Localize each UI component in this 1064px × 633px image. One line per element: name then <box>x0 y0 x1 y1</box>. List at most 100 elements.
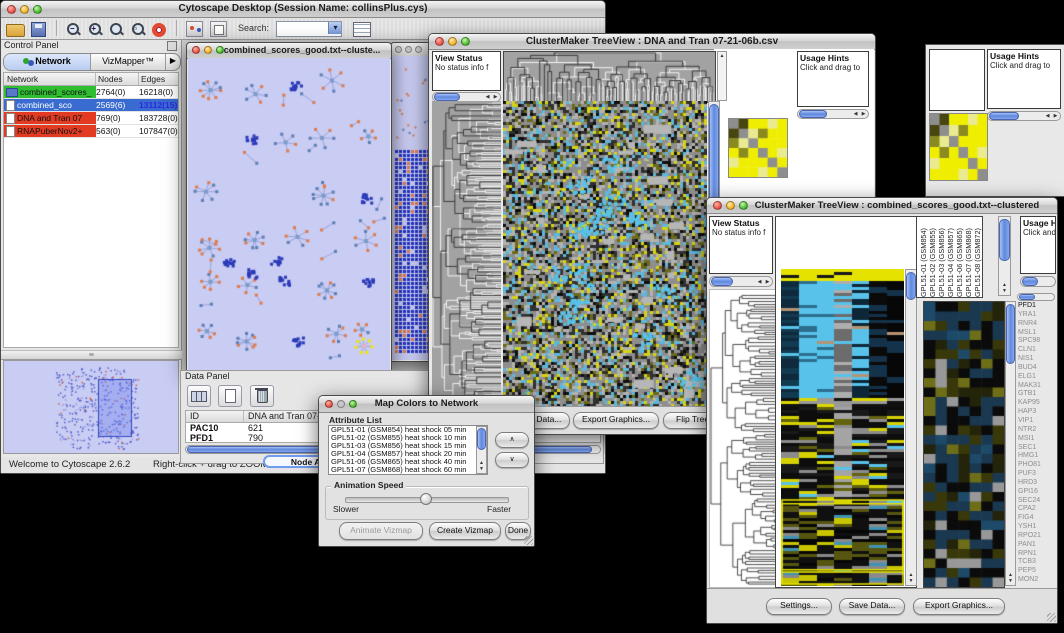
tv1-column-dendrogram[interactable] <box>503 51 716 103</box>
column-label[interactable]: GPL51-07 (GSM868) <box>964 219 973 297</box>
tv1-row-dendrogram[interactable] <box>432 101 501 406</box>
tv1-matrix-canvas[interactable] <box>728 118 788 178</box>
column-label[interactable] <box>783 51 794 109</box>
resize-grip[interactable] <box>524 536 533 545</box>
zoom-in-icon[interactable]: + <box>88 22 103 37</box>
minimize-button[interactable] <box>337 400 345 408</box>
zoom-fit-icon[interactable] <box>109 22 124 37</box>
gene-label[interactable]: RNR4 <box>1018 320 1056 329</box>
export-graphics-button[interactable]: Export Graphics... <box>573 412 659 429</box>
slider-thumb[interactable] <box>420 493 432 505</box>
col-edges[interactable]: Edges <box>139 73 178 85</box>
tv1-heatmap[interactable] <box>503 101 707 406</box>
gene-label[interactable]: NTR2 <box>1018 426 1056 435</box>
gene-label[interactable]: YSH1 <box>1018 523 1056 532</box>
column-label[interactable]: GPL51-06 (GSM865) <box>955 219 964 297</box>
tv2-row-dendrogram[interactable] <box>710 293 780 586</box>
save-session-icon[interactable] <box>31 22 46 37</box>
animate-vizmap-button[interactable]: Animate Vizmap <box>339 522 423 540</box>
minimize-button[interactable] <box>20 5 29 14</box>
gene-label[interactable]: SEC1 <box>1018 444 1056 453</box>
tv2-heatmap[interactable] <box>781 269 904 586</box>
gene-label[interactable]: VIP1 <box>1018 417 1056 426</box>
annotation-icon[interactable] <box>210 21 227 37</box>
gene-label[interactable]: RPN1 <box>1018 550 1056 559</box>
import-table-icon[interactable] <box>353 22 371 37</box>
gene-label[interactable]: MON2 <box>1018 576 1056 585</box>
tv1-dendro-arrows[interactable] <box>717 51 727 101</box>
column-label[interactable] <box>739 51 750 109</box>
tv2-label-vscroll[interactable] <box>998 216 1011 296</box>
gene-label[interactable]: FIG4 <box>1018 514 1056 523</box>
tv2-status-hscroll[interactable] <box>709 276 773 287</box>
column-label[interactable] <box>761 51 772 109</box>
network-row[interactable]: combined_scores_ 2764(0) 16218(0) <box>4 86 178 99</box>
gene-label[interactable]: MAK31 <box>1018 382 1056 391</box>
zoom-button[interactable] <box>349 400 357 408</box>
panel-splitter[interactable] <box>1 350 182 360</box>
minimize-button[interactable] <box>448 37 457 46</box>
gene-label[interactable]: NIS1 <box>1018 355 1056 364</box>
gene-label[interactable]: MSI1 <box>1018 435 1056 444</box>
close-button[interactable] <box>7 5 16 14</box>
network-canvas[interactable] <box>188 58 390 370</box>
gene-label[interactable]: GPI16 <box>1018 488 1056 497</box>
gene-label[interactable]: ELG1 <box>1018 373 1056 382</box>
minimize-button[interactable] <box>726 201 735 210</box>
gene-label[interactable]: MSL1 <box>1018 329 1056 338</box>
col-nodes[interactable]: Nodes <box>96 73 139 85</box>
network-row[interactable]: combined_sco 2569(6) 13112(15) <box>4 99 178 112</box>
tab-overflow-arrow[interactable]: ▶ <box>166 54 180 70</box>
close-button[interactable] <box>192 46 200 54</box>
gene-label[interactable]: RPO21 <box>1018 532 1056 541</box>
tv2-heatmap-vscroll[interactable] <box>905 269 917 586</box>
open-session-icon[interactable] <box>6 24 25 37</box>
close-button[interactable] <box>325 400 333 408</box>
tab-vizmapper[interactable]: VizMapper™ <box>91 54 166 70</box>
gene-label[interactable]: CLN1 <box>1018 346 1056 355</box>
gene-label[interactable]: HAP3 <box>1018 408 1056 417</box>
gene-label[interactable]: SEC24 <box>1018 497 1056 506</box>
create-vizmap-button[interactable]: Create Vizmap <box>429 522 501 540</box>
animation-slider[interactable] <box>345 497 509 503</box>
column-label[interactable]: GPL51-04 (GSM857) <box>946 219 955 297</box>
gene-label[interactable]: TCB3 <box>1018 558 1056 567</box>
column-label[interactable]: GPL51-01 (GSM854) <box>919 219 928 297</box>
delete-attribute-icon[interactable] <box>250 385 274 407</box>
attribute-list-vscroll[interactable] <box>476 426 487 474</box>
zoom-button[interactable] <box>33 5 42 14</box>
col-network[interactable]: Network <box>4 73 96 85</box>
help-lifesaver-icon[interactable] <box>152 23 166 37</box>
dialog-titlebar[interactable]: Map Colors to Network <box>319 396 534 413</box>
gene-label[interactable]: SPC98 <box>1018 337 1056 346</box>
tv2-zoom-vscroll[interactable] <box>1005 301 1016 586</box>
gene-label[interactable]: PFD1 <box>1018 302 1056 311</box>
tv3-matrix-canvas[interactable] <box>929 113 988 181</box>
zoom-button[interactable] <box>216 46 224 54</box>
gene-label[interactable]: CPA2 <box>1018 505 1056 514</box>
birdseye-view[interactable] <box>3 360 179 454</box>
save-data-button[interactable]: Save Data... <box>839 598 905 615</box>
zoom-button[interactable] <box>415 46 422 53</box>
column-label[interactable]: GPL51-03 (GSM856) <box>937 219 946 297</box>
column-label[interactable] <box>750 51 761 109</box>
gene-label[interactable]: BUD4 <box>1018 364 1056 373</box>
float-panel-icon[interactable] <box>167 41 177 51</box>
zoom-button[interactable] <box>739 201 748 210</box>
column-label[interactable] <box>772 51 783 109</box>
close-button[interactable] <box>713 201 722 210</box>
move-up-button[interactable]: ∧ <box>495 432 529 448</box>
gene-label[interactable]: PEP5 <box>1018 567 1056 576</box>
gene-label[interactable]: PAN1 <box>1018 541 1056 550</box>
zoom-selected-icon[interactable]: ▫ <box>131 22 146 37</box>
gene-label[interactable]: HRD3 <box>1018 479 1056 488</box>
tv2-titlebar[interactable]: ClusterMaker TreeView : combined_scores_… <box>707 198 1057 214</box>
new-attribute-icon[interactable] <box>218 385 242 407</box>
tv1-titlebar[interactable]: ClusterMaker TreeView : DNA and Tran 07-… <box>429 34 875 50</box>
main-titlebar[interactable]: Cytoscape Desktop (Session Name: collins… <box>1 1 605 18</box>
minimize-button[interactable] <box>405 46 412 53</box>
overview-canvas[interactable] <box>4 361 178 453</box>
tab-network[interactable]: Network <box>4 54 91 70</box>
gene-label[interactable]: KAP95 <box>1018 399 1056 408</box>
gene-label[interactable]: PHO81 <box>1018 461 1056 470</box>
